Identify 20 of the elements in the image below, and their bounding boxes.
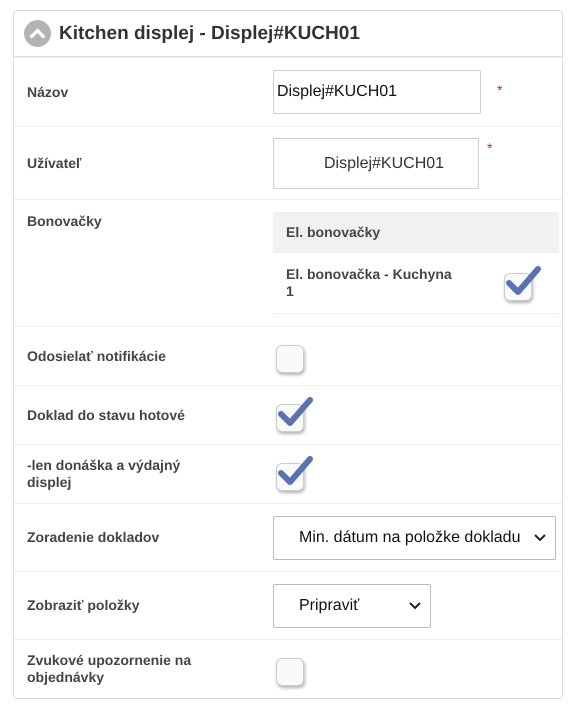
field-label: Odosielať notifikácie — [27, 348, 167, 364]
table-cell-text: El. bonovačka - Kuchyna 1 — [285, 266, 453, 300]
select-field[interactable]: Pripraviť — [273, 584, 431, 628]
field-label: Bonovačky — [27, 213, 103, 230]
select-field[interactable]: Min. dátum na položke dokladu — [273, 516, 556, 560]
input-field[interactable]: Displej#KUCH01 — [273, 70, 481, 114]
field-label: Doklad do stavu hotové — [27, 406, 186, 424]
required-mark: * — [497, 82, 502, 98]
input-field[interactable]: Displej#KUCH01 — [273, 138, 479, 188]
field-label: -len donáška a výdajný displej — [27, 457, 182, 491]
field-label: Užívateľ — [27, 154, 82, 172]
panel-title: Kitchen displej - Displej#KUCH01 — [59, 22, 360, 44]
field-label: Zvukové upozornenie na objednávky — [27, 652, 192, 686]
field-label: Názov — [27, 84, 70, 100]
required-mark: * — [487, 140, 492, 156]
chevron-down-icon — [409, 602, 421, 610]
column-header: El. bonovačky — [273, 212, 559, 252]
chevron-down-icon — [534, 534, 546, 542]
field-label: Zoradenie dokladov — [27, 529, 160, 546]
field-label: Zobraziť položky — [27, 597, 140, 614]
